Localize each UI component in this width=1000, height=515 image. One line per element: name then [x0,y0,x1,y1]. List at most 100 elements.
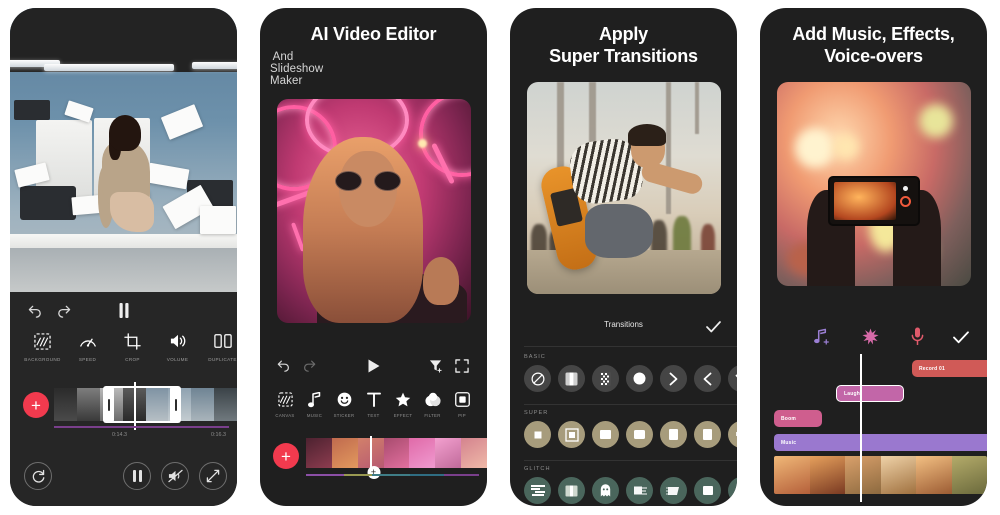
super-transition-6[interactable] [694,421,721,448]
audio-timeline[interactable]: Record 01 Laugh Boom Music [760,354,987,506]
transition-slide-left[interactable] [694,365,721,392]
play-icon[interactable] [367,359,380,373]
video-preview-office[interactable] [10,8,237,292]
timeline[interactable]: + + [260,436,487,488]
monitor [20,186,76,220]
paper [160,104,204,140]
skater-hair [627,123,666,146]
tool-background[interactable]: BACKGROUND [20,330,65,362]
transition-none[interactable] [524,365,551,392]
tool-volume[interactable]: VOLUME [155,330,200,362]
transition-row-super[interactable] [510,421,737,448]
mute-button[interactable] [161,462,189,490]
track-label: Laugh [844,390,860,397]
tool-filter[interactable]: FILTER [420,390,446,428]
transition-row-basic[interactable] [510,365,737,392]
audio-toolbar [760,326,987,352]
undo-icon[interactable] [28,304,43,318]
phone-screen-audio: Add Music, Effects, Voice-overs Record 0… [760,8,987,506]
music-add-icon[interactable] [812,326,832,346]
transition-dissolve[interactable] [592,365,619,392]
pip-icon [449,390,475,409]
track-clip-record[interactable]: Record 01 [912,360,987,377]
clip-strip[interactable] [306,438,487,468]
clip-thumb [383,438,410,468]
add-transition-button[interactable]: + [367,466,380,479]
filter-add-icon[interactable] [429,359,443,373]
pause-icon[interactable] [118,303,130,318]
tool-sticker[interactable]: STICKER [331,390,357,428]
section-label: GLITCH [524,466,551,472]
clip-thumb [214,388,237,421]
super-transition-3[interactable] [592,421,619,448]
tool-pip[interactable]: PIP [449,390,475,428]
video-preview-skater[interactable] [526,81,721,294]
glitch-transition-7[interactable] [728,477,737,504]
transition-fade[interactable] [558,365,585,392]
lamp-pole [694,81,699,134]
selected-clip-outline[interactable] [103,386,181,423]
sunglasses-icon [334,170,401,191]
track-clip-laugh[interactable]: Laugh [836,385,904,402]
glitch-transition-ghost[interactable] [592,477,619,504]
tool-effect[interactable]: EFFECT [390,390,416,428]
add-clip-button[interactable]: + [273,443,299,469]
glitch-transition-4[interactable] [626,477,653,504]
undo-icon[interactable] [277,359,291,372]
track-clip-boom[interactable]: Boom [774,410,822,427]
clip-strip[interactable] [774,456,987,494]
tool-speed[interactable]: SPEED [65,330,110,362]
effect-star-icon[interactable] [860,326,880,346]
check-icon[interactable] [951,327,971,347]
transition-slide-down[interactable] [728,365,737,392]
tool-crop[interactable]: CROP [110,330,155,362]
timeline[interactable]: + [10,382,237,430]
audio-track-bars[interactable] [306,474,479,476]
add-clip-button[interactable]: + [23,392,49,418]
bokeh-light [417,138,427,148]
playhead[interactable] [860,354,862,502]
tool-duplicate[interactable]: DUPLICATE [200,330,237,362]
glitch-transition-1[interactable] [524,477,551,504]
transition-circle[interactable] [626,365,653,392]
video-preview-concert[interactable] [776,81,971,286]
super-transition-5[interactable] [660,421,687,448]
super-transition-4[interactable] [626,421,653,448]
playhead[interactable] [134,382,136,430]
reset-button[interactable] [24,462,52,490]
track-clip-music[interactable]: Music [774,434,987,451]
paper [200,206,236,234]
bokeh-light [794,127,835,168]
tool-music[interactable]: MUSIC [302,390,328,428]
playhead[interactable] [370,436,372,468]
transition-slide-right[interactable] [660,365,687,392]
tool-canvas[interactable]: CANVAS [272,390,298,428]
transition-row-glitch[interactable] [510,477,737,504]
clip-thumb [809,456,845,494]
glitch-transition-5[interactable] [660,477,687,504]
super-transition-7[interactable] [728,421,737,448]
audio-track-line[interactable] [54,426,229,428]
track-label: Boom [781,415,796,422]
trim-handle-left[interactable] [103,386,114,423]
microphone-icon[interactable] [907,326,927,346]
pause-button[interactable] [123,462,151,490]
expand-button[interactable] [199,462,227,490]
super-transition-2[interactable] [558,421,585,448]
tool-label: MUSIC [306,413,323,418]
video-preview-neon[interactable] [276,98,471,323]
tool-text[interactable]: TEXT [361,390,387,428]
playback-row [10,302,237,324]
glitch-transition-2[interactable] [558,477,585,504]
redo-icon[interactable] [56,304,71,318]
redo-icon[interactable] [302,359,316,372]
super-transition-1[interactable] [524,421,551,448]
check-icon[interactable] [706,321,721,333]
header: Apply Super Transitions [510,8,737,68]
glitch-transition-6[interactable] [694,477,721,504]
clip-thumb [845,456,881,494]
trim-handle-right[interactable] [170,386,181,423]
expand-icon [206,469,220,483]
clip-thumb [774,456,810,494]
fullscreen-icon[interactable] [455,359,469,373]
